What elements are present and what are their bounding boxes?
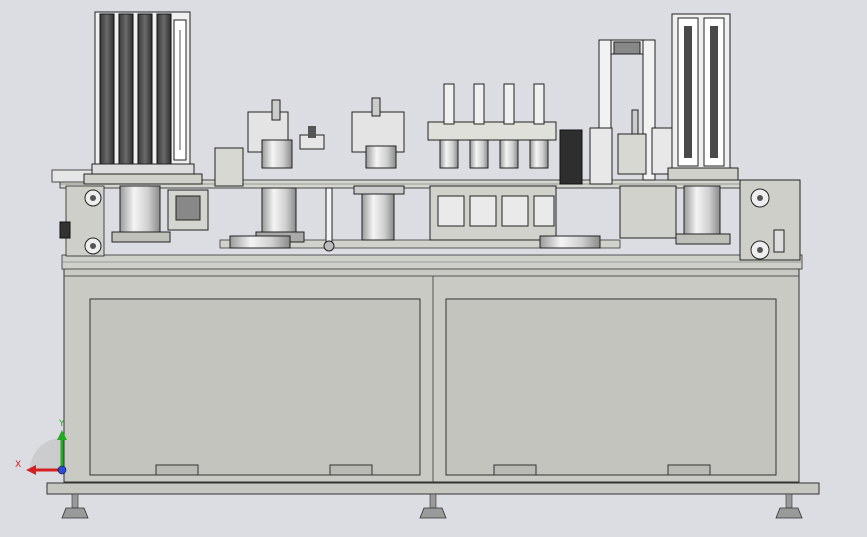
door-handle [493, 464, 537, 476]
gantry-column [559, 39, 677, 239]
z-axis-marker [57, 465, 67, 475]
left-end-frame [59, 185, 105, 257]
press-unit-left [214, 99, 335, 252]
cabinet-door-right[interactable] [445, 298, 777, 476]
door-handle [329, 464, 373, 476]
triad-sector [30, 438, 62, 470]
right-end-frame [739, 179, 801, 261]
right-magazine [667, 13, 739, 245]
x-axis-label: X [15, 460, 21, 470]
assembly-machine-front-view[interactable]: Y X [0, 0, 867, 533]
cad-viewport[interactable]: Y X [0, 0, 867, 533]
quad-cylinder-bank [427, 83, 557, 241]
axis-triad: Y X [15, 419, 67, 475]
door-handle [667, 464, 711, 476]
cabinet-door-left[interactable] [89, 298, 421, 476]
feeder-cylinder [683, 185, 721, 239]
hand-wheel[interactable] [59, 221, 71, 239]
feeder-cylinder [119, 185, 161, 235]
y-axis-label: Y [58, 419, 65, 429]
base-frame-bottom [46, 482, 820, 495]
pneumatic-cylinder [229, 235, 291, 249]
leveling-foot [419, 493, 447, 519]
press-unit-center [351, 97, 405, 241]
leveling-foot [775, 493, 803, 519]
pneumatic-cylinder [539, 235, 601, 249]
leveling-foot [61, 493, 89, 519]
door-handle [155, 464, 199, 476]
machine-base [46, 267, 820, 519]
